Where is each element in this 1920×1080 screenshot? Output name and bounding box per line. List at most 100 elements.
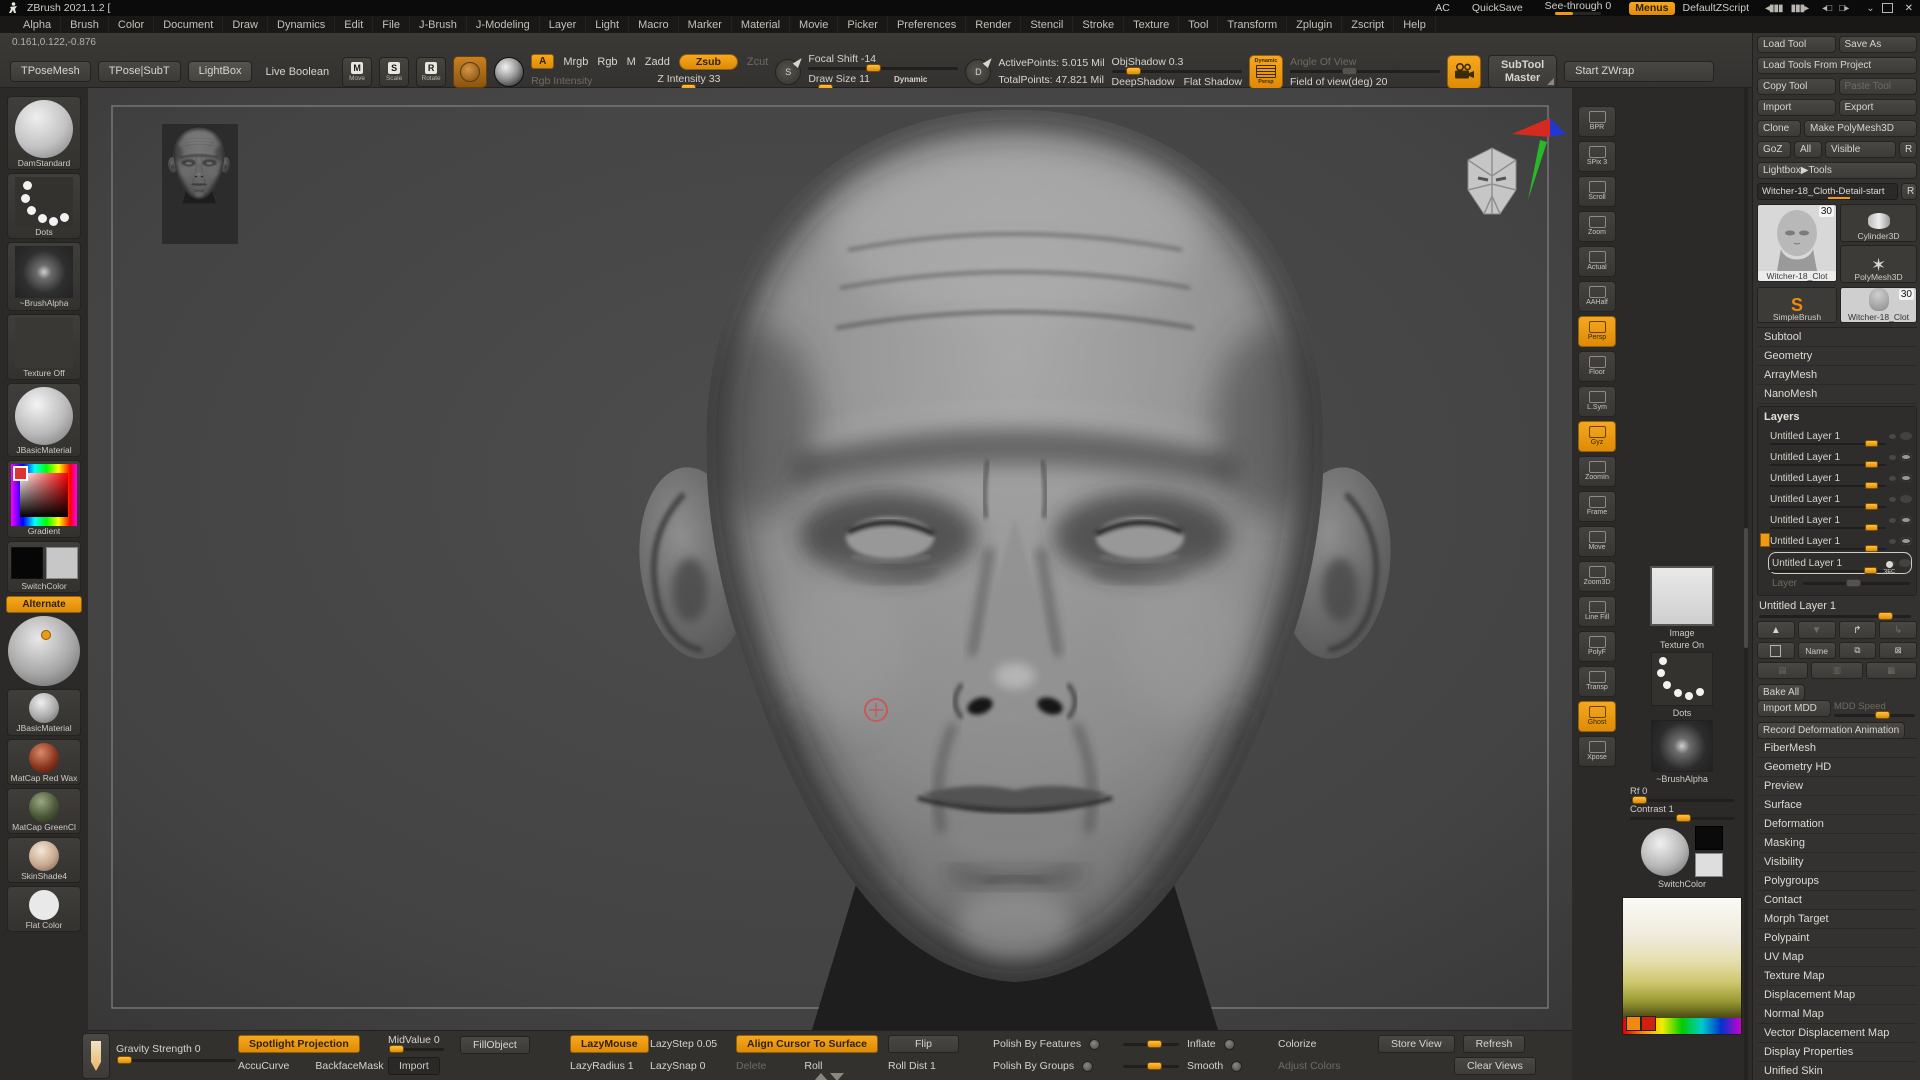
right-shelf-button[interactable]: Floor: [1578, 351, 1616, 382]
color-picker[interactable]: Gradient: [7, 460, 81, 538]
layer-intensity-slider[interactable]: [1770, 464, 1886, 466]
switch-color-control[interactable]: SwitchColor: [7, 541, 81, 593]
focal-shift-slider[interactable]: Focal Shift -14: [808, 53, 958, 70]
orange-swatch[interactable]: [1626, 1016, 1641, 1031]
scale-tool-button[interactable]: SScale: [379, 57, 409, 87]
layer-visibility-eye-icon[interactable]: [1900, 453, 1912, 461]
store-view-button[interactable]: Store View: [1378, 1035, 1455, 1053]
lazyradius-slider[interactable]: LazyRadius 1: [570, 1060, 634, 1072]
stroke-dots-thumb[interactable]: [1651, 652, 1713, 706]
see-through-slider[interactable]: See-through 0: [1545, 1, 1612, 16]
menu-item[interactable]: Transform: [1218, 16, 1287, 33]
color-spectrum-panel[interactable]: [1622, 897, 1742, 1035]
layer-visibility-eye-icon[interactable]: [1900, 474, 1912, 482]
deepshadow-toggle[interactable]: DeepShadow: [1112, 76, 1175, 88]
layer-duplicate-button[interactable]: ⧉: [1839, 642, 1877, 659]
layer-merge-down-button[interactable]: ▤: [1757, 662, 1808, 679]
menu-item[interactable]: Stroke: [1073, 16, 1124, 33]
zadd-toggle[interactable]: Zadd: [645, 56, 670, 68]
tool-slot-active-head[interactable]: 30 Witcher-18_Clot: [1757, 204, 1837, 282]
menu-item[interactable]: J-Brush: [410, 16, 467, 33]
panel-section-header[interactable]: NanoMesh: [1757, 385, 1917, 404]
layer-split-button[interactable]: ▥: [1811, 662, 1862, 679]
import-button[interactable]: Import: [1757, 99, 1836, 116]
right-shelf-button[interactable]: Gyz: [1578, 421, 1616, 452]
tposemesh-button[interactable]: TPoseMesh: [10, 61, 91, 83]
alt-color-swatch[interactable]: [1695, 853, 1723, 877]
right-shelf-button[interactable]: Frame: [1578, 491, 1616, 522]
goz-r-button[interactable]: R: [1899, 141, 1917, 158]
menu-item[interactable]: File: [373, 16, 410, 33]
texture-selector[interactable]: Texture Off: [7, 314, 81, 380]
tpose-subt-button[interactable]: TPose|SubT: [98, 61, 181, 83]
menu-item[interactable]: Draw: [223, 16, 268, 33]
mdd-speed-slider[interactable]: MDD Speed: [1834, 701, 1917, 717]
universal-camera-button[interactable]: [1447, 55, 1481, 89]
active-tool-name-field[interactable]: Witcher-18_Cloth-Detail-start: [1757, 183, 1898, 200]
dynamic-persp-button[interactable]: Dynamic Persp: [1249, 55, 1283, 89]
layer-delete-button[interactable]: ⊠: [1879, 642, 1917, 659]
menu-item[interactable]: Macro: [629, 16, 679, 33]
right-shelf-button[interactable]: Zoom3D: [1578, 561, 1616, 592]
right-shelf-button[interactable]: BPR: [1578, 106, 1616, 137]
panel-section-header[interactable]: Contact: [1757, 891, 1917, 910]
refresh-button[interactable]: Refresh: [1463, 1035, 1526, 1053]
layer-mode-icon[interactable]: [1889, 476, 1896, 481]
smooth-toggle[interactable]: [1231, 1061, 1242, 1072]
panel-section-header[interactable]: Morph Target: [1757, 910, 1917, 929]
next-ui-arrows-icon[interactable]: ▮▮▮▸: [1791, 3, 1809, 14]
sculpt-viewport[interactable]: [88, 88, 1572, 1030]
menu-item[interactable]: Picker: [838, 16, 888, 33]
roll-toggle[interactable]: Roll: [804, 1060, 822, 1072]
layer-intensity-slider[interactable]: [1770, 443, 1886, 445]
accucurve-toggle[interactable]: AccuCurve: [238, 1060, 289, 1072]
page-forward-icon[interactable]: □▸: [1839, 3, 1848, 14]
prev-ui-arrows-icon[interactable]: ◂▮▮▮: [1765, 3, 1783, 14]
rgb-toggle[interactable]: Rgb: [597, 56, 617, 68]
layer-intensity-slider[interactable]: [1770, 527, 1886, 529]
right-shelf-button[interactable]: Zoom: [1578, 211, 1616, 242]
layer-visibility-eye-icon[interactable]: [1900, 495, 1912, 503]
spotlight-projection-button[interactable]: Spotlight Projection: [238, 1035, 360, 1053]
menu-item[interactable]: J-Modeling: [467, 16, 540, 33]
menu-item[interactable]: Tool: [1179, 16, 1218, 33]
menu-item[interactable]: Light: [586, 16, 629, 33]
color-sphere-picker[interactable]: [8, 616, 80, 686]
menu-item[interactable]: Preferences: [888, 16, 966, 33]
right-shelf-button[interactable]: Transp: [1578, 666, 1616, 697]
brush-selector-damstandard[interactable]: DamStandard: [7, 96, 81, 170]
delete-button[interactable]: Delete: [736, 1060, 766, 1072]
layer-visibility-eye-icon[interactable]: [1900, 537, 1912, 545]
layers-header[interactable]: Layers: [1760, 409, 1914, 426]
clear-views-button[interactable]: Clear Views: [1454, 1057, 1536, 1075]
menu-item[interactable]: Render: [966, 16, 1021, 33]
dynamic-label[interactable]: Dynamic: [894, 75, 927, 84]
switchcolor-label[interactable]: SwitchColor: [1658, 879, 1706, 889]
panel-section-header[interactable]: Surface: [1757, 796, 1917, 815]
m-toggle[interactable]: M: [627, 56, 636, 68]
panel-section-header[interactable]: Normal Map: [1757, 1005, 1917, 1024]
layer-row[interactable]: Untitled Layer 1 REC: [1768, 552, 1912, 574]
layer-dim-slider[interactable]: [1803, 582, 1910, 585]
menu-item[interactable]: Stencil: [1021, 16, 1073, 33]
main-color-swatch[interactable]: [1695, 826, 1723, 850]
panel-section-header[interactable]: Geometry HD: [1757, 758, 1917, 777]
menu-item[interactable]: Marker: [679, 16, 732, 33]
layer-redo-arrow-button[interactable]: ↱: [1839, 621, 1877, 639]
adjust-colors-button[interactable]: Adjust Colors: [1278, 1060, 1340, 1072]
zcut-toggle[interactable]: Zcut: [747, 56, 768, 68]
layer-intensity-slider[interactable]: [1770, 548, 1886, 550]
panel-section-header[interactable]: Visibility: [1757, 853, 1917, 872]
pencil-tool-button[interactable]: [82, 1033, 110, 1079]
layer-invert-button[interactable]: ▦: [1866, 662, 1917, 679]
layer-visibility-eye-icon[interactable]: [1900, 432, 1912, 440]
tool-slot-simplebrush[interactable]: S SimpleBrush: [1757, 287, 1837, 323]
current-brush-button[interactable]: [453, 56, 487, 88]
material-selector[interactable]: JBasicMaterial: [7, 383, 81, 457]
alpha-selector[interactable]: ~BrushAlpha: [7, 242, 81, 310]
layer-mode-icon[interactable]: [1889, 497, 1896, 502]
objshadow-slider[interactable]: ObjShadow 0.3: [1112, 56, 1242, 73]
subtool-master-button[interactable]: SubTool Master: [1488, 55, 1557, 88]
material-matcap-greencl[interactable]: MatCap GreenCl: [7, 788, 81, 834]
polish-groups-slider[interactable]: Polish By Groups: [993, 1060, 1074, 1072]
